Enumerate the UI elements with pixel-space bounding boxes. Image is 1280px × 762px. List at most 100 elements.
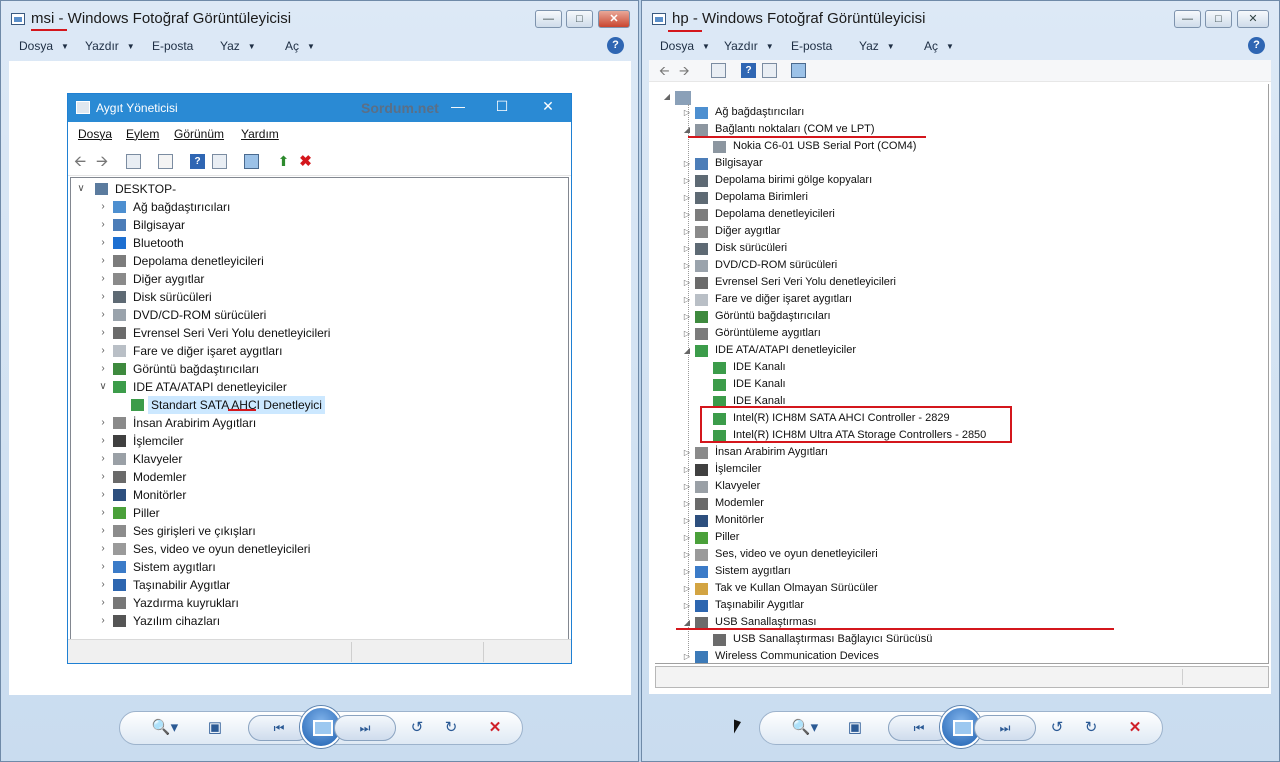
- menu-yaz[interactable]: Yaz ▼: [859, 39, 895, 53]
- maximize-button[interactable]: ☐: [492, 98, 512, 115]
- chevron-right-icon[interactable]: ›: [97, 522, 109, 540]
- tree-item[interactable]: ▷ Sistem aygıtları: [681, 563, 1141, 580]
- rotate-cw-icon[interactable]: ↻: [1080, 715, 1102, 741]
- menu-eposta[interactable]: E-posta: [791, 39, 832, 53]
- tree-item[interactable]: › Yazdırma kuyrukları: [97, 594, 557, 612]
- chevron-right-icon[interactable]: ▷: [681, 104, 693, 121]
- chevron-right-icon[interactable]: ›: [97, 270, 109, 288]
- tree-item[interactable]: USB Sanallaştırması Bağlayıcı Sürücüsü: [699, 631, 1159, 648]
- chevron-right-icon[interactable]: ›: [97, 486, 109, 504]
- tree-item[interactable]: ▷ Wireless Communication Devices: [681, 648, 1141, 665]
- close-button[interactable]: ✕: [538, 98, 558, 115]
- menu-eylem[interactable]: Eylem: [126, 127, 159, 141]
- back-arrow-icon[interactable]: 🡨: [74, 154, 89, 169]
- chevron-right-icon[interactable]: ▷: [681, 308, 693, 325]
- chevron-right-icon[interactable]: ›: [97, 324, 109, 342]
- menu-yazdir[interactable]: Yazdır ▼: [85, 39, 135, 53]
- menu-gorunum[interactable]: Görünüm: [174, 127, 224, 141]
- scan-hardware-icon[interactable]: [244, 154, 259, 169]
- chevron-right-icon[interactable]: ›: [97, 540, 109, 558]
- menu-dosya[interactable]: Dosya ▼: [19, 39, 69, 53]
- tree-item[interactable]: › Sistem aygıtları: [97, 558, 557, 576]
- tree-item[interactable]: ▷ Ağ bağdaştırıcıları: [681, 104, 1141, 121]
- tree-item[interactable]: › Depolama denetleyicileri: [97, 252, 557, 270]
- menu-eposta[interactable]: E-posta: [152, 39, 193, 53]
- help-icon[interactable]: ?: [741, 63, 756, 78]
- properties-icon[interactable]: [711, 63, 726, 78]
- tree-item[interactable]: IDE Kanalı: [699, 376, 1159, 393]
- chevron-right-icon[interactable]: ›: [97, 252, 109, 270]
- chevron-right-icon[interactable]: ›: [97, 432, 109, 450]
- chevron-right-icon[interactable]: ›: [97, 450, 109, 468]
- chevron-right-icon[interactable]: ›: [97, 504, 109, 522]
- chevron-right-icon[interactable]: ▷: [681, 155, 693, 172]
- tree-item[interactable]: ▷ Depolama Birimleri: [681, 189, 1141, 206]
- tree-item[interactable]: › Piller: [97, 504, 557, 522]
- menu-yazdir[interactable]: Yazdır ▼: [724, 39, 774, 53]
- chevron-down-icon[interactable]: ◢: [681, 342, 693, 359]
- tree-item[interactable]: ▷ Modemler: [681, 495, 1141, 512]
- tree-item[interactable]: › Bluetooth: [97, 234, 557, 252]
- tree-item[interactable]: Standart SATA AHCI Denetleyici: [115, 396, 575, 414]
- tree-item[interactable]: › İşlemciler: [97, 432, 557, 450]
- menu-yardim[interactable]: Yardım: [241, 127, 279, 141]
- tree-item[interactable]: ▷ Görüntü bağdaştırıcıları: [681, 308, 1141, 325]
- tree-item[interactable]: › Ağ bağdaştırıcıları: [97, 198, 557, 216]
- chevron-right-icon[interactable]: ▷: [681, 172, 693, 189]
- next-button[interactable]: ⏭: [334, 715, 396, 741]
- tree-root[interactable]: ∨ DESKTOP-: [75, 180, 375, 198]
- tree-item[interactable]: ▷ Diğer aygıtlar: [681, 223, 1141, 240]
- tree-item[interactable]: ◢ IDE ATA/ATAPI denetleyiciler: [681, 342, 1141, 359]
- minimize-button[interactable]: —: [448, 98, 468, 114]
- help-icon[interactable]: ?: [607, 37, 624, 54]
- rotate-ccw-icon[interactable]: ↺: [1046, 715, 1068, 741]
- chevron-right-icon[interactable]: ▷: [681, 529, 693, 546]
- chevron-right-icon[interactable]: ›: [97, 342, 109, 360]
- update-driver-icon[interactable]: ⬆: [276, 154, 291, 169]
- tree-item[interactable]: ∨ IDE ATA/ATAPI denetleyiciler: [97, 378, 557, 396]
- chevron-right-icon[interactable]: ▷: [681, 580, 693, 597]
- maximize-button[interactable]: □: [1205, 10, 1232, 28]
- resources-icon[interactable]: [212, 154, 227, 169]
- chevron-down-icon[interactable]: ∨: [97, 378, 109, 396]
- close-button[interactable]: ✕: [598, 10, 630, 28]
- tree-item[interactable]: › İnsan Arabirim Aygıtları: [97, 414, 557, 432]
- tree-item[interactable]: ▷ İşlemciler: [681, 461, 1141, 478]
- tree-item[interactable]: ▷ Disk sürücüleri: [681, 240, 1141, 257]
- chevron-right-icon[interactable]: ▷: [681, 189, 693, 206]
- scan-hardware-icon[interactable]: [791, 63, 806, 78]
- tree-item[interactable]: ▷ DVD/CD-ROM sürücüleri: [681, 257, 1141, 274]
- tree-item[interactable]: ▷ Ses, video ve oyun denetleyicileri: [681, 546, 1141, 563]
- rotate-cw-icon[interactable]: ↻: [440, 715, 462, 741]
- tree-item[interactable]: › Bilgisayar: [97, 216, 557, 234]
- chevron-right-icon[interactable]: ›: [97, 612, 109, 630]
- back-arrow-icon[interactable]: 🡨: [659, 63, 674, 78]
- chevron-right-icon[interactable]: ▷: [681, 206, 693, 223]
- chevron-right-icon[interactable]: ›: [97, 216, 109, 234]
- tree-item[interactable]: ▷ Depolama birimi gölge kopyaları: [681, 172, 1141, 189]
- chevron-right-icon[interactable]: ▷: [681, 648, 693, 665]
- tree-item[interactable]: › DVD/CD-ROM sürücüleri: [97, 306, 557, 324]
- tree-item[interactable]: › Modemler: [97, 468, 557, 486]
- forward-arrow-icon[interactable]: 🡪: [96, 154, 111, 169]
- tree-item[interactable]: › Taşınabilir Aygıtlar: [97, 576, 557, 594]
- tree-item[interactable]: › Ses girişleri ve çıkışları: [97, 522, 557, 540]
- tree-root[interactable]: ◢: [661, 88, 721, 105]
- tree-item[interactable]: Nokia C6-01 USB Serial Port (COM4): [699, 138, 1159, 155]
- chevron-right-icon[interactable]: ▷: [681, 478, 693, 495]
- forward-arrow-icon[interactable]: 🡪: [679, 63, 694, 78]
- chevron-right-icon[interactable]: ▷: [681, 257, 693, 274]
- chevron-right-icon[interactable]: ›: [97, 594, 109, 612]
- chevron-right-icon[interactable]: ▷: [681, 495, 693, 512]
- tree-item[interactable]: › Diğer aygıtlar: [97, 270, 557, 288]
- chevron-right-icon[interactable]: ▷: [681, 240, 693, 257]
- maximize-button[interactable]: □: [566, 10, 593, 28]
- tree-item[interactable]: ▷ Tak ve Kullan Olmayan Sürücüler: [681, 580, 1141, 597]
- tree-item[interactable]: › Evrensel Seri Veri Yolu denetleyicileri: [97, 324, 557, 342]
- tree-item[interactable]: ▷ Evrensel Seri Veri Yolu denetleyicileri: [681, 274, 1141, 291]
- next-button[interactable]: ⏭: [974, 715, 1036, 741]
- tree-item[interactable]: › Ses, video ve oyun denetleyicileri: [97, 540, 557, 558]
- chevron-right-icon[interactable]: ›: [97, 360, 109, 378]
- chevron-right-icon[interactable]: ›: [97, 288, 109, 306]
- tree-item[interactable]: › Yazılım cihazları: [97, 612, 557, 630]
